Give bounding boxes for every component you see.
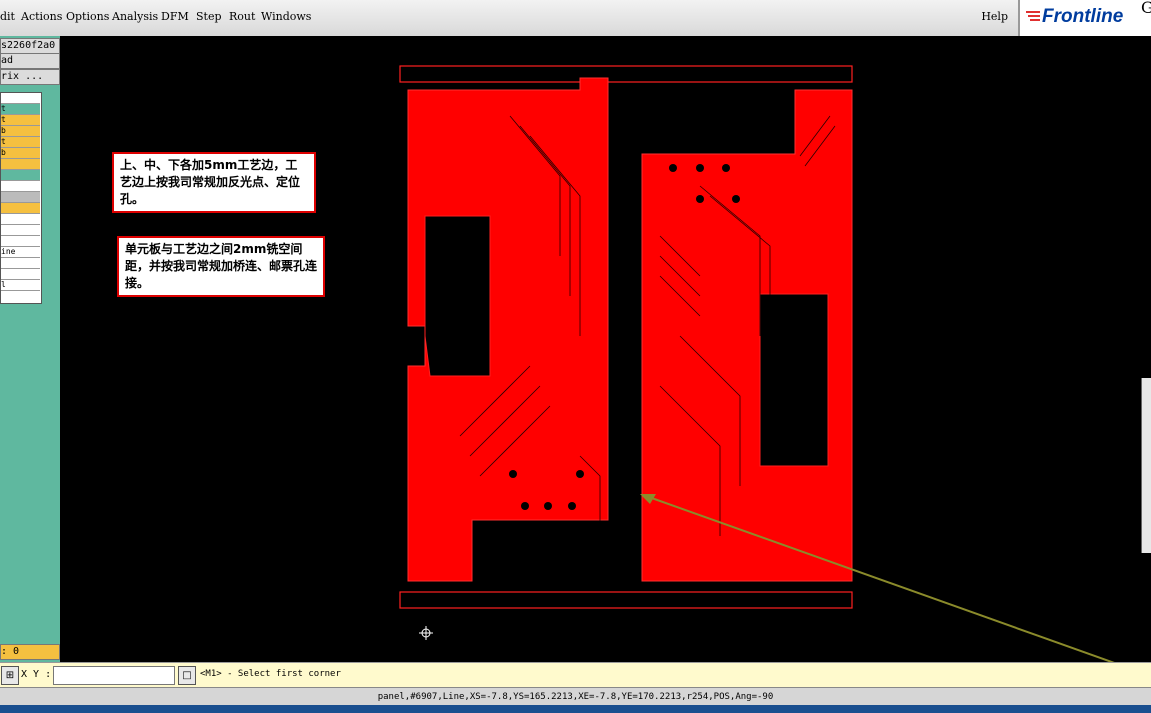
layer-item[interactable]	[1, 203, 40, 214]
toggle-icon[interactable]: □	[178, 666, 196, 685]
taskbar	[0, 705, 1151, 713]
layer-item[interactable]	[1, 181, 40, 192]
layer-item[interactable]: t	[1, 137, 40, 148]
board-left-cutout	[424, 215, 491, 377]
layer-item[interactable]	[1, 93, 40, 104]
panel-bottom-rail	[399, 591, 853, 609]
layer-item[interactable]	[1, 159, 40, 170]
menu-windows[interactable]: Windows	[261, 10, 311, 23]
layer-item[interactable]: t	[1, 104, 40, 115]
layer-item[interactable]: l	[1, 280, 40, 291]
layer-item[interactable]	[1, 170, 40, 181]
pcb-panel-drawing[interactable]	[60, 36, 1151, 662]
layer-item[interactable]: b	[1, 126, 40, 137]
xy-input[interactable]	[53, 666, 175, 685]
layer-item[interactable]	[1, 236, 40, 247]
logo-suffix: G	[1141, 0, 1151, 17]
status-bar: panel,#6907,Line,XS=-7.8,YS=165.2213,XE=…	[0, 687, 1151, 706]
left-panel: s2260f2a0 ad rix ... t t b t b ine l : 0	[0, 36, 60, 662]
frontline-logo: Frontline G	[1018, 0, 1151, 36]
command-prompt: <M1> - Select first corner	[200, 669, 341, 679]
graphic-canvas[interactable]: 上、中、下各加5mm工艺边，工艺边上按我司常规加反光点、定位孔。 单元板与工艺边…	[60, 36, 1151, 662]
layer-list[interactable]: t t b t b ine l	[0, 92, 42, 304]
right-toolbar[interactable]	[1141, 378, 1151, 553]
layer-item[interactable]: b	[1, 148, 40, 159]
layer-item[interactable]: t	[1, 115, 40, 126]
layer-item[interactable]: ine	[1, 247, 40, 258]
panel-top-rail	[399, 65, 853, 83]
menu-analysis[interactable]: Analysis	[112, 10, 158, 23]
menu-help[interactable]: Help	[981, 10, 1008, 23]
menu-step[interactable]: Step	[196, 10, 222, 23]
layer-item[interactable]	[1, 192, 40, 203]
menu-dfm[interactable]: DFM	[161, 10, 189, 23]
step-name-field[interactable]: ad	[0, 53, 60, 69]
note-process-edge: 上、中、下各加5mm工艺边，工艺边上按我司常规加反光点、定位孔。	[112, 152, 316, 213]
note-milling-gap: 单元板与工艺边之间2mm铣空间距，并按我司常规加桥连、邮票孔连接。	[117, 236, 325, 297]
layer-item[interactable]	[1, 214, 40, 225]
xy-label: X Y :	[21, 669, 52, 680]
menu-rout[interactable]: Rout	[229, 10, 255, 23]
layer-item[interactable]	[1, 258, 40, 269]
menu-options[interactable]: Options	[66, 10, 109, 23]
frontline-logo-icon	[1026, 11, 1040, 21]
footer-value: : 0	[0, 644, 60, 660]
job-name-field[interactable]: s2260f2a0	[0, 38, 60, 54]
layer-item[interactable]	[1, 225, 40, 236]
menu-actions[interactable]: Actions	[21, 10, 62, 23]
logo-text: Frontline	[1042, 6, 1124, 27]
matrix-button[interactable]: rix ...	[0, 69, 60, 85]
layer-item[interactable]	[1, 269, 40, 280]
grid-icon[interactable]: ⊞	[1, 666, 19, 685]
menu-edit[interactable]: dit	[0, 10, 15, 23]
crosshair-icon	[419, 626, 433, 640]
command-bar: ⊞ X Y : □ <M1> - Select first corner	[0, 662, 1151, 688]
menu-bar: dit Actions Options Analysis DFM Step Ro…	[0, 0, 1151, 37]
